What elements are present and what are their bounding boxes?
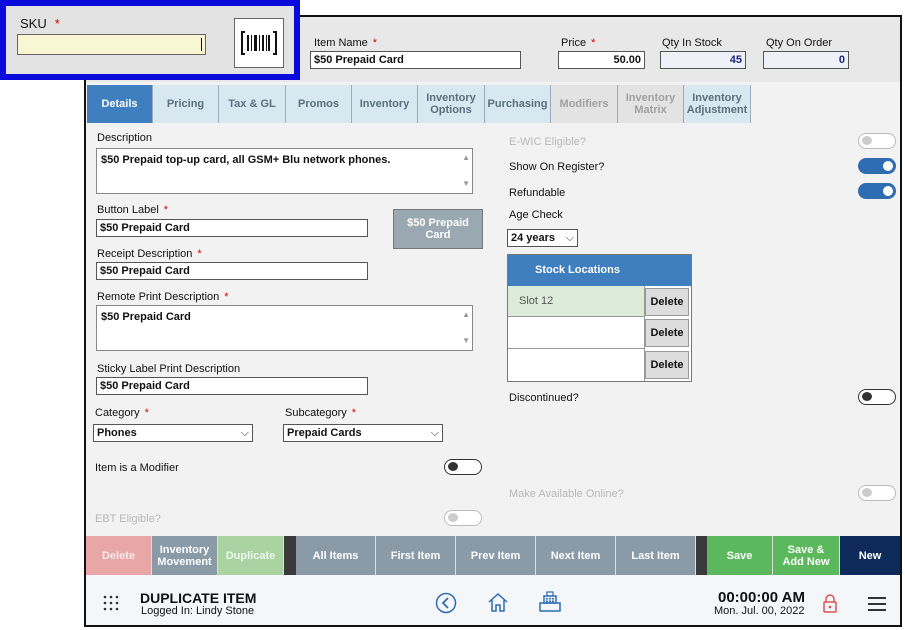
chevron-down-icon: ⌵	[430, 427, 439, 439]
price-label: Price *	[561, 37, 596, 49]
subcategory-select[interactable]: Prepaid Cards ⌵	[283, 424, 443, 442]
duplicate-button[interactable]: Duplicate	[218, 536, 284, 575]
last-item-button[interactable]: Last Item	[616, 536, 696, 575]
ewic-toggle	[858, 133, 896, 149]
category-value: Phones	[97, 427, 137, 439]
ewic-eligible-label: E-WIC Eligible?	[509, 136, 587, 148]
barcode-icon	[241, 31, 277, 55]
qty-in-stock-value: 45	[660, 51, 746, 69]
chevron-down-icon: ⌵	[565, 232, 574, 244]
discontinued-toggle[interactable]	[858, 389, 896, 405]
sku-label: SKU *	[20, 16, 60, 31]
stock-locations-table: Stock Locations Slot 12 Delete Delete De…	[507, 254, 692, 382]
lock-icon[interactable]	[822, 593, 838, 616]
tab-inventory-options[interactable]: Inventory Options	[418, 85, 485, 123]
delete-location-button[interactable]: Delete	[645, 351, 689, 379]
stock-locations-header: Stock Locations	[508, 255, 691, 286]
item-name-label: Item Name *	[314, 37, 378, 49]
qty-in-stock-label: Qty In Stock	[662, 37, 722, 49]
button-preview[interactable]: $50 Prepaid Card	[393, 209, 483, 249]
chevron-down-icon: ⌵	[240, 427, 249, 439]
tab-pricing[interactable]: Pricing	[153, 85, 219, 123]
barcode-scan-button[interactable]	[234, 18, 284, 68]
sku-input[interactable]	[17, 34, 206, 55]
scroll-down-icon[interactable]: ▼	[462, 177, 470, 191]
save-button[interactable]: Save	[707, 536, 773, 575]
age-check-select[interactable]: 24 years ⌵	[507, 229, 578, 247]
logged-in-user: Logged In: Lindy Stone	[141, 605, 255, 617]
category-select[interactable]: Phones ⌵	[93, 424, 253, 442]
column-divider	[644, 286, 645, 381]
stock-location-row[interactable]	[508, 317, 644, 349]
remote-print-description-label: Remote Print Description *	[97, 291, 229, 303]
remote-print-description-textarea[interactable]: $50 Prepaid Card ▲ ▼	[96, 305, 473, 351]
age-check-label: Age Check	[509, 209, 563, 221]
stock-location-row[interactable]: Slot 12	[508, 286, 644, 317]
subcategory-label: Subcategory *	[285, 407, 357, 419]
delete-item-button[interactable]: Delete	[86, 536, 152, 575]
stock-location-row[interactable]	[508, 349, 644, 381]
ebt-eligible-toggle	[444, 510, 482, 526]
apps-grid-icon[interactable]	[103, 595, 119, 614]
subcategory-value: Prepaid Cards	[287, 427, 362, 439]
prev-item-button[interactable]: Prev Item	[456, 536, 536, 575]
clock-time: 00:00:00 AM	[718, 589, 805, 606]
is-modifier-toggle[interactable]	[444, 459, 482, 475]
tab-inventory-matrix: Inventory Matrix	[618, 85, 684, 123]
scroll-up-icon[interactable]: ▲	[462, 151, 470, 165]
home-icon[interactable]	[486, 591, 510, 616]
is-modifier-label: Item is a Modifier	[95, 462, 179, 474]
all-items-button[interactable]: All Items	[296, 536, 376, 575]
button-label-label: Button Label *	[97, 204, 169, 216]
show-on-register-label: Show On Register?	[509, 161, 605, 173]
text-cursor	[201, 38, 202, 51]
tab-details[interactable]: Details	[87, 85, 153, 123]
description-label: Description	[97, 132, 153, 144]
toolbar-separator	[696, 536, 707, 575]
available-online-toggle	[858, 485, 896, 501]
tab-inventory-adjustment[interactable]: Inventory Adjustment	[684, 85, 751, 123]
available-online-label: Make Available Online?	[509, 488, 624, 500]
tab-modifiers: Modifiers	[551, 85, 618, 123]
refundable-label: Refundable	[509, 187, 566, 199]
scroll-up-icon[interactable]: ▲	[462, 308, 470, 322]
first-item-button[interactable]: First Item	[376, 536, 456, 575]
category-label: Category *	[95, 407, 149, 419]
clock-date: Mon. Jul. 00, 2022	[714, 605, 805, 617]
tab-promos[interactable]: Promos	[286, 85, 352, 123]
toolbar-separator	[284, 536, 296, 575]
delete-location-button[interactable]: Delete	[645, 288, 689, 316]
tab-tax-gl[interactable]: Tax & GL	[219, 85, 286, 123]
inventory-movement-button[interactable]: Inventory Movement	[152, 536, 218, 575]
qty-on-order-value: 0	[763, 51, 849, 69]
refundable-toggle[interactable]	[858, 183, 896, 199]
hamburger-menu-icon[interactable]	[867, 596, 887, 615]
remote-print-text: $50 Prepaid Card	[101, 311, 191, 323]
age-check-value: 24 years	[511, 232, 556, 244]
tab-inventory[interactable]: Inventory	[352, 85, 418, 123]
cash-register-icon[interactable]	[538, 591, 562, 616]
description-textarea[interactable]: $50 Prepaid top-up card, all GSM+ Blu ne…	[96, 148, 473, 194]
receipt-description-input[interactable]: $50 Prepaid Card	[96, 262, 368, 280]
qty-on-order-label: Qty On Order	[766, 37, 833, 49]
sticky-label-label: Sticky Label Print Description	[97, 363, 241, 375]
next-item-button[interactable]: Next Item	[536, 536, 616, 575]
receipt-description-label: Receipt Description *	[97, 248, 202, 260]
item-name-input[interactable]: $50 Prepaid Card	[310, 51, 521, 69]
discontinued-label: Discontinued?	[509, 392, 579, 404]
description-text: $50 Prepaid top-up card, all GSM+ Blu ne…	[101, 154, 391, 166]
delete-location-button[interactable]: Delete	[645, 319, 689, 347]
scroll-down-icon[interactable]: ▼	[462, 334, 470, 348]
ebt-eligible-label: EBT Eligible?	[95, 513, 161, 525]
back-icon[interactable]	[435, 592, 457, 617]
price-input[interactable]: 50.00	[558, 51, 645, 69]
show-on-register-toggle[interactable]	[858, 158, 896, 174]
save-add-new-button[interactable]: Save & Add New	[773, 536, 840, 575]
button-label-input[interactable]: $50 Prepaid Card	[96, 219, 368, 237]
new-button[interactable]: New	[840, 536, 900, 575]
sticky-label-input[interactable]: $50 Prepaid Card	[96, 377, 368, 395]
tab-purchasing[interactable]: Purchasing	[485, 85, 551, 123]
page-title: DUPLICATE ITEM	[140, 590, 257, 606]
